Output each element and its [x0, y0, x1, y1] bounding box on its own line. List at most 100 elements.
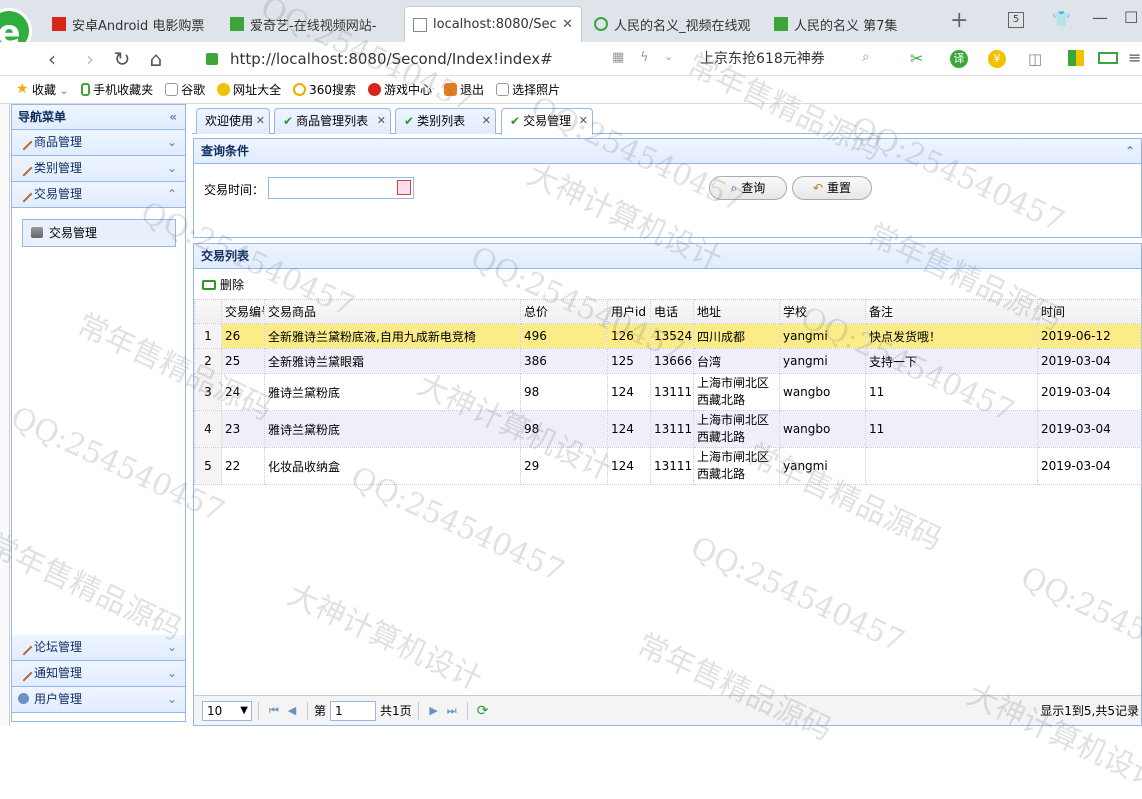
bookmark-item[interactable]: 退出 [444, 81, 484, 98]
video-favicon-icon [594, 17, 608, 31]
main-content: 欢迎使用 ✕ ✔ 商品管理列表 ✕ ✔ 类别列表 ✕ ✔ 交易管理 ✕ 查询条件 ⌃ 交易时间：… [192, 104, 1142, 726]
table-row[interactable]: 3 24 雅诗兰黛粉底 98 124 13111111 上海市闸北区西藏北路 w… [194, 373, 1142, 411]
tab-trade[interactable]: ✔ 交易管理 ✕ [501, 108, 593, 135]
back-icon[interactable]: ‹ [40, 47, 64, 71]
list-panel-header: 交易列表 [194, 244, 1141, 269]
bookmark-item[interactable]: ★ 收藏 ⌄ [16, 81, 69, 98]
forward-icon[interactable]: › [78, 47, 102, 71]
chevron-down-icon[interactable]: ⌄ [664, 50, 673, 63]
header-cell[interactable]: 总价 [520, 299, 608, 324]
secure-icon [206, 53, 218, 65]
close-icon[interactable]: ✕ [377, 109, 386, 133]
browser-tab[interactable]: 安卓Android 电影购票 [44, 6, 220, 42]
sidebar-group-label: 类别管理 [34, 161, 83, 175]
search-promo[interactable]: 上京东抢618元神券 [700, 48, 825, 70]
grid-icon[interactable]: ▦ [612, 50, 624, 65]
sidebar-group-label: 通知管理 [34, 666, 83, 680]
scissors-icon[interactable]: ✂ [910, 49, 923, 68]
table-row[interactable]: 1 26 全新雅诗兰黛粉底液,自用九成新电竞椅 496 126 13524856… [194, 323, 1142, 349]
tab-category-list[interactable]: ✔ 类别列表 ✕ [395, 108, 496, 134]
header-cell[interactable]: 地址 [693, 299, 780, 324]
page-tab-strip: 欢迎使用 ✕ ✔ 商品管理列表 ✕ ✔ 类别列表 ✕ ✔ 交易管理 ✕ [192, 104, 1142, 135]
reset-button[interactable]: ↶ 重置 [792, 176, 872, 200]
sidebar-group-category[interactable]: 类别管理 ⌄ [12, 156, 185, 182]
refresh-icon[interactable]: ⟳ [474, 703, 492, 719]
tab-goods-list[interactable]: ✔ 商品管理列表 ✕ [274, 108, 391, 134]
gamepad-icon[interactable]: ◫ [1028, 50, 1042, 68]
cell-note [865, 447, 1038, 485]
browser-tab-active[interactable]: localhost:8080/Secon ✕ [404, 6, 582, 42]
cell-school: wangbo [779, 410, 866, 448]
cell-school: wangbo [779, 373, 866, 411]
cell-user-id: 126 [607, 323, 651, 349]
page-number-input[interactable]: 1 [330, 700, 377, 721]
close-icon[interactable]: ✕ [579, 109, 588, 133]
delete-button[interactable]: 删除 [202, 276, 244, 293]
prev-page-icon[interactable]: ◀ [283, 704, 301, 717]
cell-user-id: 125 [607, 348, 651, 374]
translate-icon[interactable]: 译 [950, 50, 968, 68]
sidebar-item-trade[interactable]: 交易管理 [22, 219, 176, 247]
collapse-up-icon: ⌃ [166, 187, 177, 201]
calendar-icon[interactable] [397, 180, 411, 195]
bookmark-item[interactable]: 手机收藏夹 [81, 81, 153, 98]
page-size-select[interactable]: 10 ▼ [202, 700, 252, 721]
close-icon[interactable]: ✕ [482, 109, 491, 133]
trade-table: 交易编号 交易商品 总价 用户id 电话 地址 学校 备注 时间 1 26 [194, 299, 1142, 485]
bookmark-item[interactable]: 游戏中心 [368, 81, 432, 98]
header-cell[interactable]: 交易商品 [264, 299, 521, 324]
table-row[interactable]: 2 25 全新雅诗兰黛眼霜 386 125 13666658 台湾 yangmi… [194, 348, 1142, 374]
search-icon[interactable]: ⌕ [862, 49, 870, 65]
sidebar-group-goods[interactable]: 商品管理 ⌄ [12, 130, 185, 156]
minimize-icon[interactable]: — [1092, 8, 1108, 27]
sidebar-group-forum[interactable]: 论坛管理 ⌄ [12, 635, 185, 661]
divider [258, 701, 259, 720]
header-cell[interactable]: 时间 [1037, 299, 1142, 324]
expand-icon: ⌄ [166, 640, 177, 654]
sidebar-group-notice[interactable]: 通知管理 ⌄ [12, 661, 185, 687]
tab-label: 欢迎使用 [205, 114, 254, 128]
menu-icon[interactable]: ≡ [1128, 48, 1141, 67]
tab-count-badge[interactable]: 5 [1008, 12, 1024, 28]
close-tab-icon[interactable]: ✕ [562, 17, 573, 32]
browser-tab[interactable]: 人民的名义_视频在线观 [586, 6, 762, 42]
header-cell[interactable]: 备注 [865, 299, 1038, 324]
collapse-icon[interactable]: « [169, 105, 177, 130]
header-cell[interactable]: 学校 [779, 299, 866, 324]
reload-icon[interactable]: ↻ [110, 47, 134, 71]
cell-time: 2019-03-04 [1037, 348, 1142, 374]
header-cell[interactable]: 电话 [650, 299, 694, 324]
collapse-up-icon[interactable]: ⌃ [1125, 139, 1135, 164]
list-title: 交易列表 [201, 249, 250, 263]
table-row[interactable]: 4 23 雅诗兰黛粉底 98 124 13111111 上海市闸北区西藏北路 w… [194, 410, 1142, 448]
apps-icon[interactable] [1068, 50, 1084, 66]
new-tab-button[interactable]: + [950, 8, 968, 33]
header-cell[interactable]: 交易编号 [221, 299, 265, 324]
shirt-icon[interactable]: 👕 [1052, 10, 1071, 28]
page-icon [165, 83, 179, 96]
last-page-icon[interactable]: ⏭ [443, 704, 461, 718]
maximize-icon[interactable]: ☐ [1124, 8, 1138, 27]
bookmark-item[interactable]: 网址大全 [217, 81, 281, 98]
tab-welcome[interactable]: 欢迎使用 ✕ [196, 108, 270, 134]
browser-tab-title: 爱奇艺-在线视频网站- [250, 18, 377, 34]
search-button[interactable]: ⌕ 查询 [709, 176, 787, 200]
date-input[interactable] [268, 177, 414, 199]
reset-button-label: 重置 [826, 181, 851, 195]
bookmark-item[interactable]: 360搜索 [293, 81, 356, 98]
sidebar-group-user[interactable]: 用户管理 ⌄ [12, 687, 185, 713]
close-icon[interactable]: ✕ [256, 109, 265, 133]
coin-icon[interactable]: ¥ [988, 50, 1006, 68]
first-page-icon[interactable]: ⏮ [265, 704, 283, 718]
header-cell[interactable]: 用户id [607, 299, 651, 324]
table-row[interactable]: 5 22 化妆品收纳盒 29 124 13111111 上海市闸北区西藏北路 y… [194, 447, 1142, 485]
browser-tab[interactable]: 爱奇艺-在线视频网站- [222, 6, 398, 42]
bookmark-item[interactable]: 选择照片 [496, 81, 560, 98]
bookmark-item[interactable]: 谷歌 [165, 81, 205, 98]
next-page-icon[interactable]: ▶ [425, 704, 443, 717]
sidebar-group-trade[interactable]: 交易管理 ⌃ [12, 182, 185, 208]
url-input[interactable]: http://localhost:8080/Second/Index!index… [230, 48, 710, 70]
home-icon[interactable]: ⌂ [144, 47, 168, 71]
lightning-icon[interactable]: ϟ [640, 50, 649, 65]
browser-tab[interactable]: 人民的名义 第7集 [766, 6, 942, 42]
